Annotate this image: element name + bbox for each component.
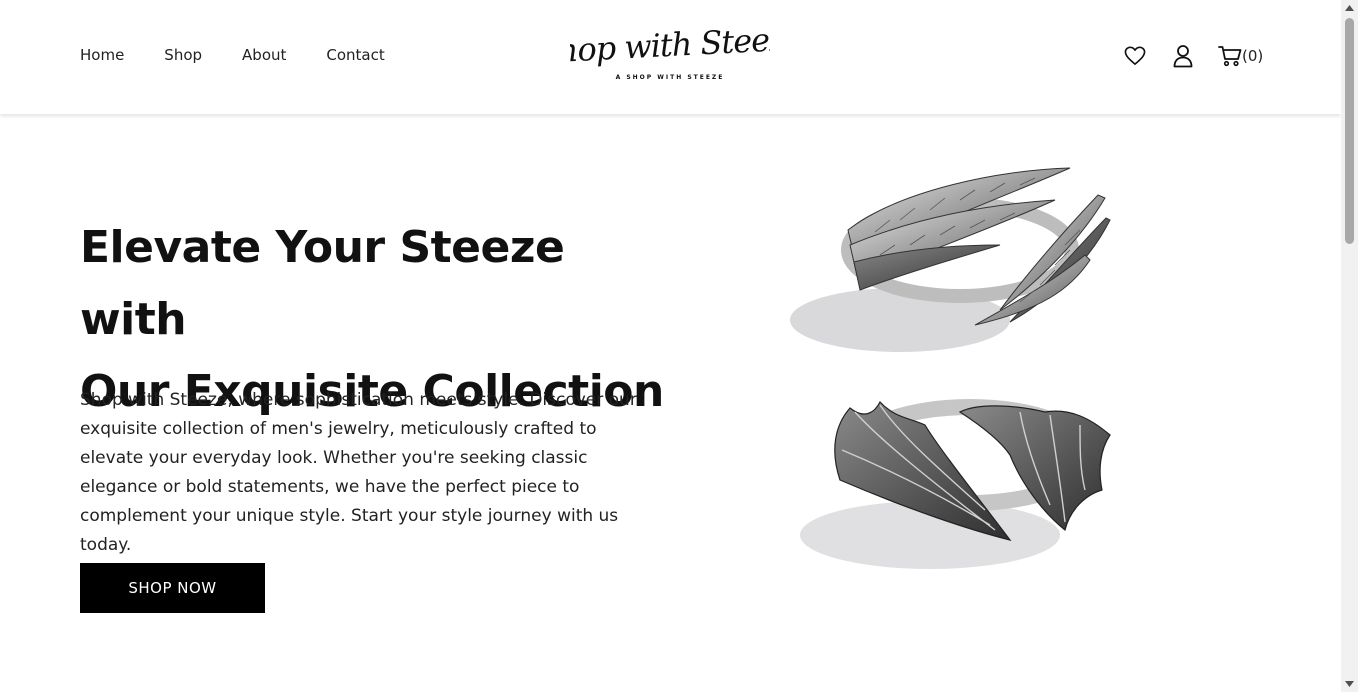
nav-home-link[interactable]: Home [80, 46, 124, 64]
logo-script-graphic: Shop with Steeze [570, 19, 770, 71]
page-scrollbar[interactable] [1341, 0, 1358, 692]
cart-button[interactable]: (0) [1218, 45, 1263, 67]
svg-text:Shop with Steeze: Shop with Steeze [570, 19, 770, 71]
logo-script: Shop with Steeze [560, 18, 780, 74]
scrollbar-thumb[interactable] [1345, 18, 1354, 244]
site-logo[interactable]: Shop with Steeze A SHOP WITH STEEZE [560, 18, 780, 81]
cart-count: (0) [1242, 47, 1264, 65]
heart-icon[interactable] [1122, 42, 1148, 70]
page: Home Shop About Contact Shop with Steeze… [0, 0, 1341, 692]
shop-now-button[interactable]: SHOP NOW [80, 563, 265, 613]
cart-icon [1218, 46, 1242, 67]
scroll-up-arrow-icon[interactable] [1341, 0, 1358, 16]
user-icon[interactable] [1170, 42, 1196, 70]
hero-title-line-1: Elevate Your Steeze with [80, 222, 565, 345]
nav-about-link[interactable]: About [242, 46, 286, 64]
logo-tagline: A SHOP WITH STEEZE [615, 74, 725, 81]
header-actions: (0) [1122, 42, 1263, 70]
site-header: Home Shop About Contact Shop with Steeze… [0, 0, 1341, 114]
nav-contact-link[interactable]: Contact [326, 46, 384, 64]
nav-shop-link[interactable]: Shop [164, 46, 202, 64]
hero-product-image [780, 150, 1130, 590]
hero-description: Shop with Steeze, where sophistication m… [80, 390, 637, 555]
scroll-down-arrow-icon[interactable] [1341, 676, 1358, 692]
main-nav: Home Shop About Contact [80, 46, 385, 64]
rings-illustration [790, 167, 1111, 569]
